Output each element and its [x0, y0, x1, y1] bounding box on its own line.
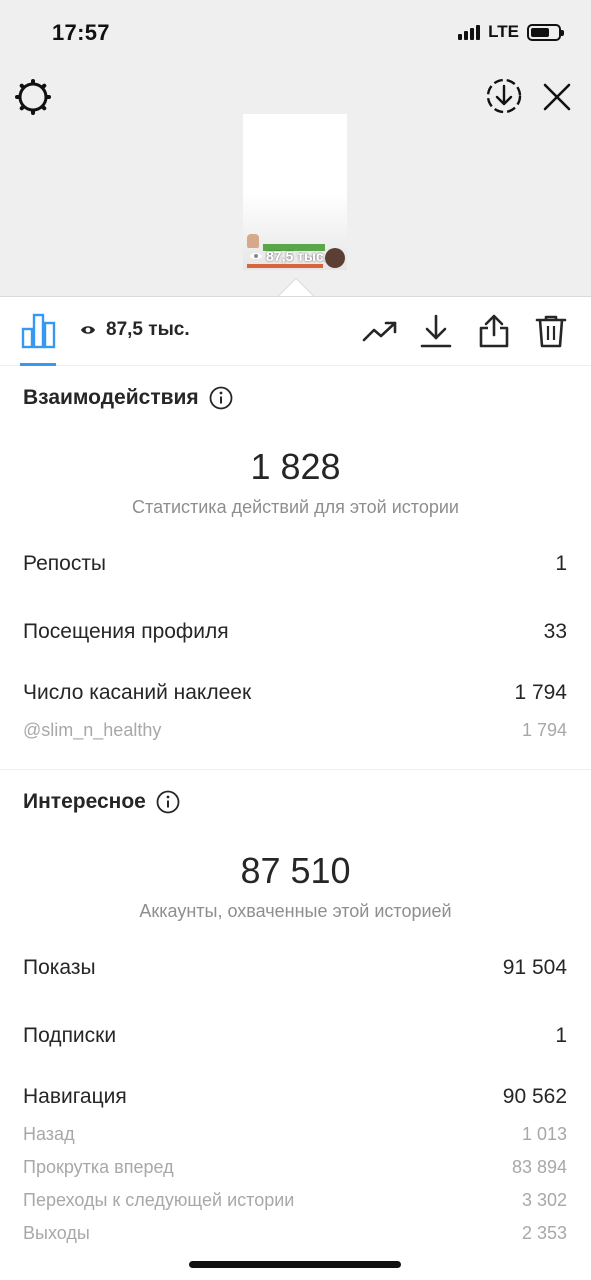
stat-label: Подписки — [23, 1024, 117, 1047]
stat-subrow-back: Назад 1 013 — [23, 1124, 567, 1145]
stat-label: Назад — [23, 1124, 75, 1144]
eye-icon — [81, 326, 95, 334]
stat-value: 1 794 — [521, 720, 567, 740]
interactions-title: Взаимодействия — [23, 386, 199, 409]
story-thumbnail[interactable]: 87,5 тыс. — [243, 114, 347, 270]
insights-toolbar: 87,5 тыс. — [0, 296, 591, 366]
download-icon[interactable] — [418, 313, 454, 349]
stat-subrow-next-story: Переходы к следующей истории 3 302 — [23, 1190, 567, 1211]
status-indicators: LTE — [458, 22, 564, 42]
stat-value: 33 — [543, 620, 567, 643]
views-count: 87,5 тыс. — [106, 319, 190, 340]
trash-icon[interactable] — [533, 313, 569, 349]
stat-label: Число касаний наклеек — [23, 681, 252, 704]
discovery-section-title: Интересное — [23, 790, 180, 814]
status-time: 17:57 — [52, 20, 110, 45]
stat-label: Прокрутка вперед — [23, 1157, 174, 1177]
stat-label: Переходы к следующей истории — [23, 1190, 295, 1210]
thumbnail-avatar — [325, 248, 345, 268]
stat-value: 90 562 — [502, 1085, 567, 1108]
thumbnail-strip — [247, 264, 323, 268]
stat-label: Выходы — [23, 1223, 90, 1243]
active-tab-indicator — [20, 363, 56, 366]
stat-label: Репосты — [23, 552, 107, 575]
stat-row-follows: Подписки 1 — [23, 1024, 567, 1048]
discovery-total: 87 510 — [240, 850, 351, 891]
interactions-section-title: Взаимодействия — [23, 386, 233, 410]
stat-value: 1 — [555, 1024, 567, 1047]
signal-icon — [458, 24, 481, 40]
stat-label: @slim_n_healthy — [23, 720, 162, 740]
story-preview-header: 17:57 LTE 87,5 тыс. — [0, 0, 591, 296]
thumbnail-hand-graphic — [247, 234, 259, 248]
discovery-title: Интересное — [23, 790, 146, 813]
stat-row-impressions: Показы 91 504 — [23, 956, 567, 980]
stat-label: Навигация — [23, 1085, 127, 1108]
stat-row-reposts: Репосты 1 — [23, 552, 567, 576]
stat-label: Посещения профиля — [23, 620, 229, 643]
save-story-download-icon[interactable] — [484, 76, 524, 116]
close-icon[interactable] — [538, 78, 576, 116]
battery-icon — [527, 23, 564, 41]
home-indicator[interactable] — [189, 1261, 401, 1268]
views-summary: 87,5 тыс. — [80, 319, 190, 341]
info-icon[interactable] — [156, 790, 180, 814]
stat-row-sticker-taps: Число касаний наклеек 1 794 — [23, 681, 567, 705]
promote-trend-icon[interactable] — [362, 313, 398, 349]
interactions-caption: Статистика действий для этой истории — [132, 497, 459, 517]
section-divider — [0, 769, 591, 770]
stat-row-navigation: Навигация 90 562 — [23, 1085, 567, 1109]
thumbnail-views: 87,5 тыс. — [249, 248, 328, 264]
stat-row-profile-visits: Посещения профиля 33 — [23, 620, 567, 644]
stat-value: 91 504 — [502, 956, 567, 979]
stat-subrow-exits: Выходы 2 353 — [23, 1223, 567, 1244]
discovery-caption: Аккаунты, охваченные этой историей — [139, 901, 452, 921]
network-label: LTE — [488, 22, 519, 41]
stat-value: 2 353 — [521, 1223, 567, 1243]
share-upload-icon[interactable] — [476, 313, 512, 349]
stat-value: 3 302 — [521, 1190, 567, 1210]
stat-label: Показы — [23, 956, 96, 979]
stat-subrow-forward: Прокрутка вперед 83 894 — [23, 1157, 567, 1178]
stat-value: 1 — [555, 552, 567, 575]
eye-icon — [250, 253, 262, 259]
battery-fill — [531, 27, 550, 37]
settings-gear-icon[interactable] — [14, 78, 52, 116]
thumbnail-views-count: 87,5 тыс. — [266, 248, 328, 264]
stat-subrow-mention[interactable]: @slim_n_healthy 1 794 — [23, 720, 567, 741]
stat-value: 1 794 — [514, 681, 567, 704]
insights-bar-chart-icon[interactable] — [20, 311, 58, 349]
info-icon[interactable] — [209, 386, 233, 410]
stat-value: 83 894 — [511, 1157, 567, 1177]
stat-value: 1 013 — [521, 1124, 567, 1144]
interactions-total: 1 828 — [250, 446, 341, 487]
